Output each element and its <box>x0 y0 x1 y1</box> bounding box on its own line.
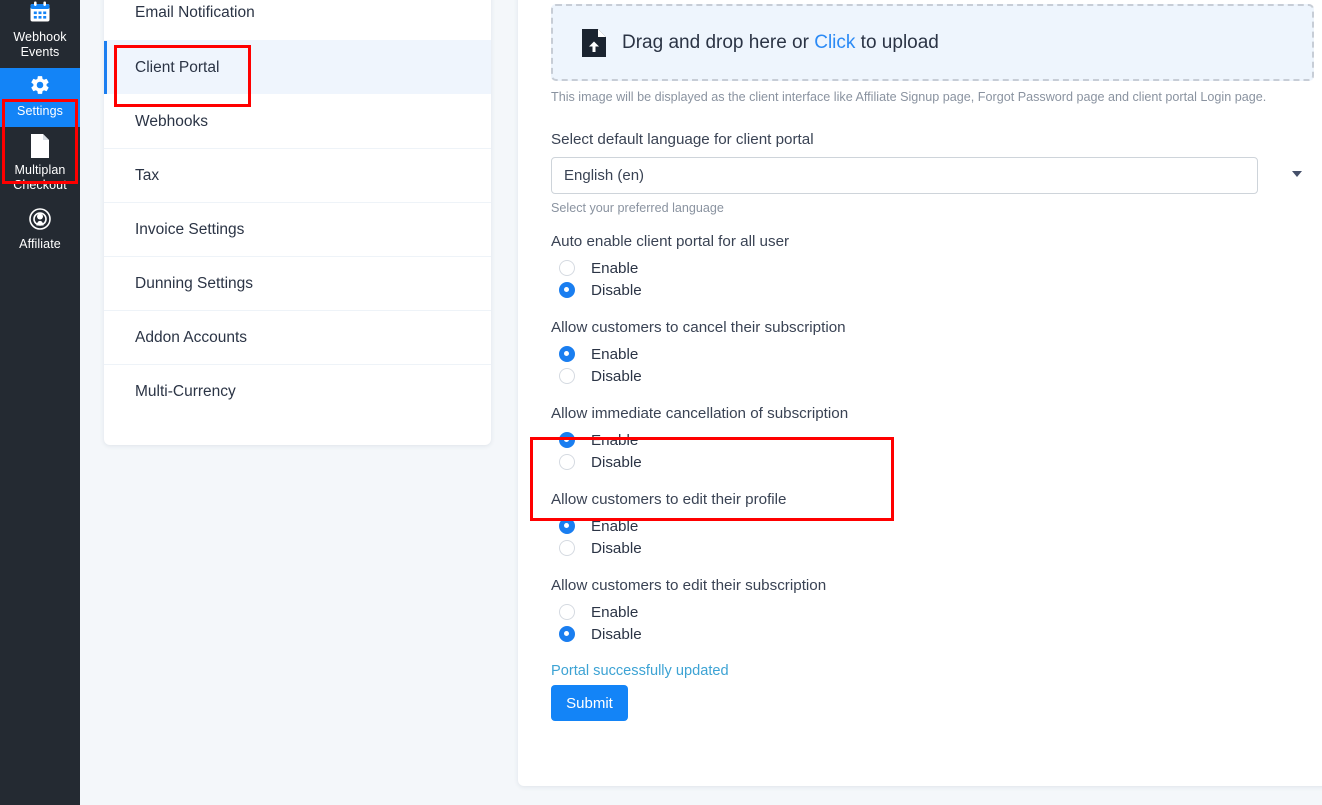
radio-label: Enable <box>591 517 639 535</box>
menu-item-label: Addon Accounts <box>135 328 248 346</box>
radio-label: Disable <box>591 367 642 385</box>
radio-indicator <box>559 282 575 298</box>
radio-indicator <box>559 626 575 642</box>
gear-icon <box>29 74 51 100</box>
radio-label: Enable <box>591 259 639 277</box>
submit-button[interactable]: Submit <box>551 685 628 721</box>
file-upload-icon <box>581 28 607 58</box>
radio-label: Disable <box>591 453 642 471</box>
status-message: Portal successfully updated <box>551 663 729 679</box>
dropzone-text-before: Drag and drop here or <box>622 31 815 53</box>
group-title: Allow customers to cancel their subscrip… <box>551 319 846 336</box>
settings-menu-item-dunning-settings[interactable]: Dunning Settings <box>104 256 491 310</box>
radio-indicator <box>559 540 575 556</box>
radio-indicator <box>559 604 575 620</box>
settings-menu-item-invoice-settings[interactable]: Invoice Settings <box>104 202 491 256</box>
dropzone-help-text: This image will be displayed as the clie… <box>551 90 1267 104</box>
language-help-text: Select your preferred language <box>551 201 724 215</box>
document-icon <box>29 133 51 159</box>
radio-label: Disable <box>591 539 642 557</box>
settings-menu-item-tax[interactable]: Tax <box>104 148 491 202</box>
settings-menu-item-addon-accounts[interactable]: Addon Accounts <box>104 310 491 364</box>
image-dropzone[interactable]: Drag and drop here or Click to upload <box>551 4 1314 81</box>
radio-label: Enable <box>591 345 639 363</box>
option-group-allow-immediate-cancellation: Allow immediate cancellation of subscrip… <box>551 405 1314 473</box>
sidebar-item-webhook-events[interactable]: Webhook Events <box>0 0 80 68</box>
group-title: Allow immediate cancellation of subscrip… <box>551 405 849 422</box>
sidebar-label: Settings <box>17 104 63 118</box>
radio-allow-cancel-disable[interactable]: Disable <box>551 365 1314 387</box>
radio-edit-profile-disable[interactable]: Disable <box>551 537 1314 559</box>
option-group-allow-edit-profile: Allow customers to edit their profile En… <box>551 491 1314 559</box>
menu-item-label: Webhooks <box>135 112 208 130</box>
primary-sidebar: Webhook Events Settings Multiplan Checko… <box>0 0 80 805</box>
menu-item-label: Invoice Settings <box>135 220 245 238</box>
menu-item-label: Email Notification <box>135 4 255 21</box>
radio-indicator <box>559 346 575 362</box>
group-title: Allow customers to edit their profile <box>551 491 787 508</box>
settings-menu-item-multi-currency[interactable]: Multi-Currency <box>104 364 491 418</box>
radio-label: Disable <box>591 281 642 299</box>
dropzone-text: Drag and drop here or Click to upload <box>622 32 939 54</box>
sidebar-item-multiplan-checkout[interactable]: Multiplan Checkout <box>0 127 80 201</box>
radio-label: Disable <box>591 625 642 643</box>
sidebar-label: Affiliate <box>19 237 61 251</box>
language-field-label: Select default language for client porta… <box>551 131 814 148</box>
calendar-icon <box>28 0 52 26</box>
radio-immediate-cancel-enable[interactable]: Enable <box>551 429 1314 451</box>
radio-indicator <box>559 518 575 534</box>
menu-item-label: Multi-Currency <box>135 382 236 400</box>
radio-auto-enable-disable[interactable]: Disable <box>551 279 1314 301</box>
settings-menu-card: Email Notification Client Portal Webhook… <box>104 0 491 445</box>
radio-immediate-cancel-disable[interactable]: Disable <box>551 451 1314 473</box>
group-title: Allow customers to edit their subscripti… <box>551 577 827 594</box>
radio-auto-enable-enable[interactable]: Enable <box>551 257 1314 279</box>
chevron-down-icon <box>1292 171 1302 177</box>
radio-edit-profile-enable[interactable]: Enable <box>551 515 1314 537</box>
radio-indicator <box>559 368 575 384</box>
radio-indicator <box>559 260 575 276</box>
radio-allow-cancel-enable[interactable]: Enable <box>551 343 1314 365</box>
menu-item-label: Dunning Settings <box>135 274 254 292</box>
broadcast-icon <box>28 207 52 233</box>
sidebar-label: Multiplan Checkout <box>13 163 67 192</box>
radio-label: Enable <box>591 603 639 621</box>
radio-edit-subscription-enable[interactable]: Enable <box>551 601 1314 623</box>
sidebar-item-settings[interactable]: Settings <box>0 68 80 127</box>
menu-item-label: Client Portal <box>135 58 220 76</box>
dropzone-text-after: to upload <box>855 31 939 53</box>
menu-item-label: Tax <box>135 166 160 184</box>
client-portal-settings-panel: Drag and drop here or Click to upload Th… <box>518 0 1322 786</box>
settings-menu-item-email-notification[interactable]: Email Notification <box>104 0 491 40</box>
radio-indicator <box>559 454 575 470</box>
radio-edit-subscription-disable[interactable]: Disable <box>551 623 1314 645</box>
option-group-allow-cancel-subscription: Allow customers to cancel their subscrip… <box>551 319 1314 387</box>
settings-menu-item-webhooks[interactable]: Webhooks <box>104 94 491 148</box>
option-group-allow-edit-subscription: Allow customers to edit their subscripti… <box>551 577 1314 645</box>
radio-indicator <box>559 432 575 448</box>
settings-menu-item-client-portal[interactable]: Client Portal <box>104 40 491 94</box>
app-root: Webhook Events Settings Multiplan Checko… <box>0 0 1322 805</box>
option-group-auto-enable-client-portal: Auto enable client portal for all user E… <box>551 233 1314 301</box>
language-select-wrapper: English (en) <box>551 157 1314 194</box>
group-title: Auto enable client portal for all user <box>551 233 790 250</box>
dropzone-click-link[interactable]: Click <box>814 32 855 53</box>
sidebar-item-affiliate[interactable]: Affiliate <box>0 201 80 260</box>
radio-label: Enable <box>591 431 639 449</box>
sidebar-label: Webhook Events <box>13 30 67 59</box>
language-select[interactable]: English (en) <box>551 157 1258 194</box>
language-select-value: English (en) <box>564 167 645 184</box>
